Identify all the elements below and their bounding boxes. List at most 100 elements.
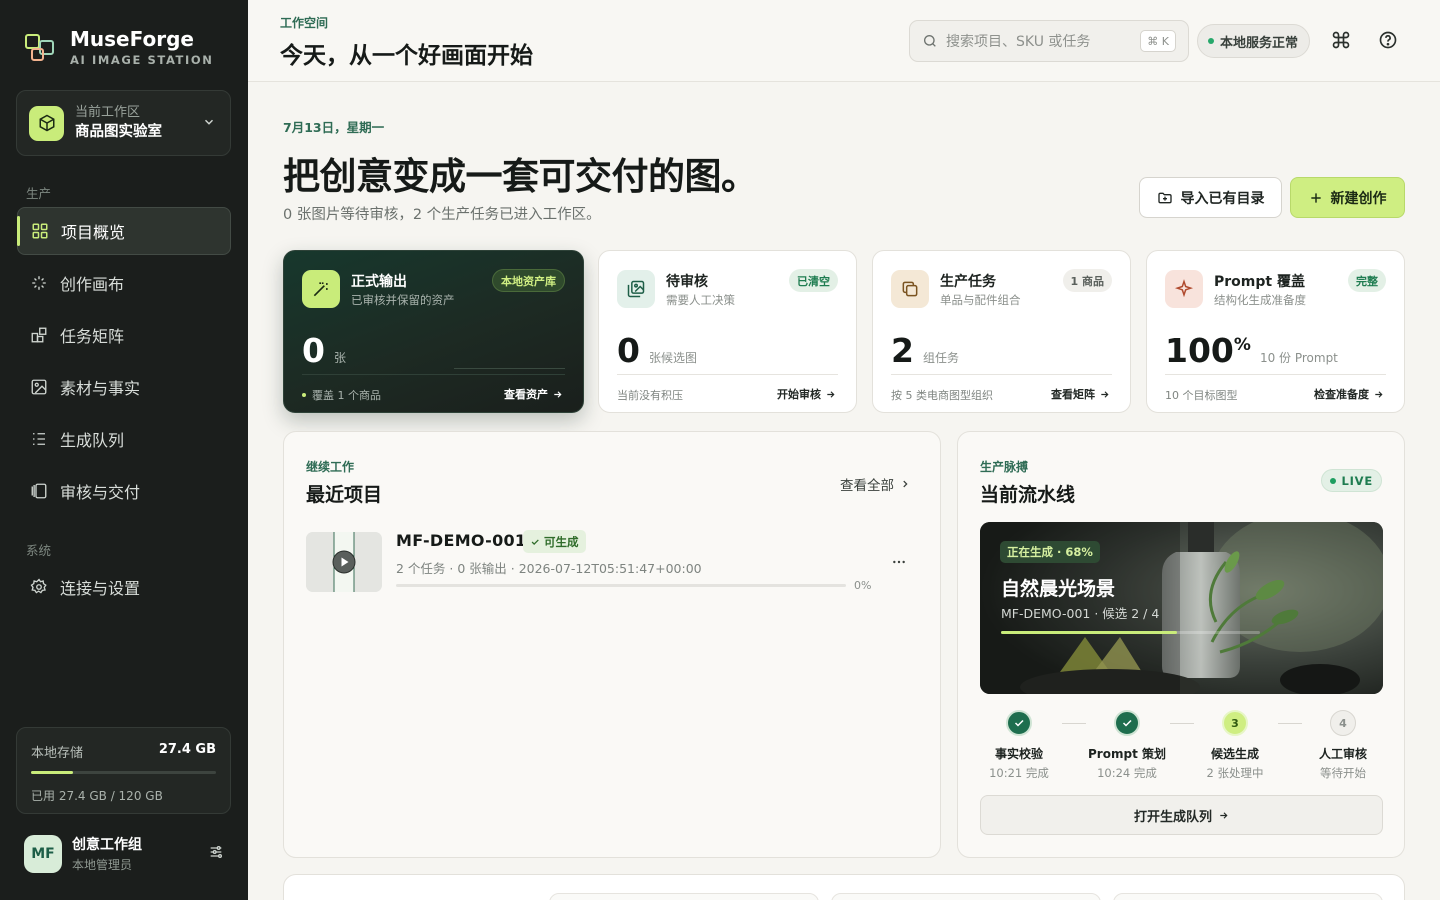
stat-title: 生产任务 xyxy=(940,274,996,290)
project-status-badge: 可生成 xyxy=(523,530,586,553)
import-directory-button[interactable]: 导入已有目录 xyxy=(1139,177,1282,218)
search-shortcut: ⌘ K xyxy=(1140,30,1176,52)
nav-item-label: 项目概览 xyxy=(61,223,126,242)
help-icon[interactable] xyxy=(1378,30,1398,50)
view-all-link[interactable]: 查看全部 xyxy=(840,474,910,494)
stat-divider xyxy=(1165,374,1386,375)
nav-item-label: 创作画布 xyxy=(60,275,125,294)
grid-icon xyxy=(30,221,50,241)
view-assets-link[interactable]: 查看资产 xyxy=(504,386,563,402)
stat-card-output[interactable]: 正式输出 已审核并保留的资产 本地资产库 0张 覆盖 1 个商品 查看资产 xyxy=(283,250,584,413)
project-thumbnail xyxy=(306,532,382,592)
matrix-icon xyxy=(29,325,49,345)
stat-divider xyxy=(454,368,565,369)
image-icon xyxy=(29,377,49,397)
import-directory-label: 导入已有目录 xyxy=(1180,190,1265,207)
step-name: 事实校验 xyxy=(994,747,1043,761)
stat-title: 待审核 xyxy=(666,274,708,290)
generation-preview[interactable]: 正在生成 · 68% 自然晨光场景 MF-DEMO-001 · 候选 2 / 4 xyxy=(980,522,1383,694)
check-icon xyxy=(1006,710,1032,736)
play-icon[interactable] xyxy=(332,550,356,574)
search-icon xyxy=(924,35,936,47)
panel-eyebrow: 继续工作 xyxy=(306,460,355,474)
storage-value: 27.4 GB xyxy=(158,742,216,757)
stat-badge: 本地资产库 xyxy=(492,269,565,292)
user-name: 创意工作组 xyxy=(72,837,142,853)
new-creation-button[interactable]: 新建创作 xyxy=(1290,177,1405,218)
open-queue-label: 打开生成队列 xyxy=(1133,809,1212,825)
service-status-badge[interactable]: 本地服务正常 xyxy=(1197,24,1311,58)
panel-title: 当前流水线 xyxy=(980,484,1076,506)
new-creation-label: 新建创作 xyxy=(1330,190,1387,207)
nav-item-queue[interactable]: 生成队列 xyxy=(17,415,231,463)
step-status: 等待开始 xyxy=(1320,766,1366,780)
search-input[interactable]: 搜索项目、SKU 或任务 ⌘ K xyxy=(909,20,1189,62)
stat-card-prompt[interactable]: Prompt 覆盖 结构化生成准备度 完整 100% 10 份 Prompt 10… xyxy=(1146,250,1405,413)
nav-item-canvas[interactable]: 创作画布 xyxy=(17,259,231,307)
service-status-label: 本地服务正常 xyxy=(1220,35,1299,51)
gear-icon xyxy=(29,577,49,597)
current-date: 7月13日，星期一 xyxy=(283,120,385,135)
hero-subtitle: 0 张图片等待审核，2 个生产任务已进入工作区。 xyxy=(283,207,601,223)
stat-divider xyxy=(891,374,1112,375)
list-icon xyxy=(29,429,49,449)
stat-badge: 完整 xyxy=(1348,269,1386,292)
command-icon[interactable] xyxy=(1331,30,1351,50)
nav-item-label: 生成队列 xyxy=(60,431,125,450)
stat-value-number: 100 xyxy=(1165,331,1234,370)
nav-section-system: 系统 xyxy=(26,543,52,558)
chevron-right-icon xyxy=(903,480,908,488)
pipeline-step-prompt[interactable]: Prompt 策划 10:24 完成 xyxy=(1077,710,1177,781)
check-readiness-link[interactable]: 检查准备度 xyxy=(1314,386,1384,402)
nav-item-overview[interactable]: 项目概览 xyxy=(17,207,231,255)
nav-item-assets[interactable]: 素材与事实 xyxy=(17,363,231,411)
brand[interactable]: MuseForge AI IMAGE STATION xyxy=(24,28,213,68)
live-dot-icon xyxy=(1330,477,1337,484)
view-all-label: 查看全部 xyxy=(840,478,894,494)
pipeline-step-review[interactable]: 4 人工审核 等待开始 xyxy=(1293,710,1393,781)
bottom-section xyxy=(283,874,1405,900)
project-row[interactable]: MF-DEMO-001 可生成 2 个任务 · 0 张输出 · 2026-07-… xyxy=(306,530,907,592)
workspace-label: 当前工作区 xyxy=(75,105,141,120)
pipeline-step-fact-check[interactable]: 事实校验 10:21 完成 xyxy=(969,710,1069,781)
more-options-icon[interactable] xyxy=(891,554,907,570)
stat-link-label: 检查准备度 xyxy=(1314,388,1369,401)
bullet-icon xyxy=(302,393,306,397)
storage-detail: 已用 27.4 GB / 120 GB xyxy=(31,789,163,803)
user-profile[interactable]: MF 创意工作组 本地管理员 xyxy=(24,834,224,873)
stat-footer: 覆盖 1 个商品 xyxy=(302,387,381,403)
storage-card: 本地存储 27.4 GB 已用 27.4 GB / 120 GB xyxy=(16,727,231,814)
generation-progress-bar xyxy=(1001,631,1260,634)
view-matrix-link[interactable]: 查看矩阵 xyxy=(1051,386,1110,402)
start-review-link[interactable]: 开始审核 xyxy=(777,386,836,402)
nav-item-review[interactable]: 审核与交付 xyxy=(17,467,231,515)
stat-subtitle: 结构化生成准备度 xyxy=(1214,293,1306,307)
stat-footer: 10 个目标图型 xyxy=(1165,389,1238,402)
arrow-right-icon xyxy=(554,390,562,398)
open-queue-button[interactable]: 打开生成队列 xyxy=(980,795,1383,835)
step-name: 候选生成 xyxy=(1210,747,1259,761)
stat-value: 0张 xyxy=(302,331,346,370)
panel-eyebrow: 生产脉搏 xyxy=(980,460,1029,474)
nav-item-matrix[interactable]: 任务矩阵 xyxy=(17,311,231,359)
arrow-right-icon xyxy=(1220,811,1228,819)
pipeline-step-generation[interactable]: 3 候选生成 2 张处理中 xyxy=(1185,710,1285,781)
stat-unit: 张候选图 xyxy=(648,351,697,365)
nav-item-label: 素材与事实 xyxy=(60,379,141,398)
stat-subtitle: 单品与配件组合 xyxy=(940,293,1021,307)
brand-logo-icon xyxy=(25,34,54,61)
sliders-icon[interactable] xyxy=(208,844,224,860)
project-progress-label: 0% xyxy=(854,579,872,592)
stat-link-label: 查看资产 xyxy=(504,388,548,401)
stat-value-number: 2 xyxy=(891,331,914,370)
nav-item-settings[interactable]: 连接与设置 xyxy=(17,563,231,611)
stat-card-review[interactable]: 待审核 需要人工决策 已清空 0 张候选图 当前没有积压 开始审核 xyxy=(598,250,857,413)
pipeline-steps: 事实校验 10:21 完成 Prompt 策划 10:24 完成 3 候选生成 … xyxy=(980,710,1383,780)
arrow-right-icon xyxy=(1375,390,1383,398)
stat-card-tasks[interactable]: 生产任务 单品与配件组合 1 商品 2 组任务 按 5 类电商图型组织 查看矩阵 xyxy=(872,250,1131,413)
stat-value-suffix: % xyxy=(1233,335,1251,355)
workspace-name: 商品图实验室 xyxy=(75,124,162,140)
panel-title: 最近项目 xyxy=(306,484,383,506)
nav-item-label: 审核与交付 xyxy=(60,483,141,502)
workspace-switcher[interactable]: 当前工作区 商品图实验室 xyxy=(16,90,231,156)
